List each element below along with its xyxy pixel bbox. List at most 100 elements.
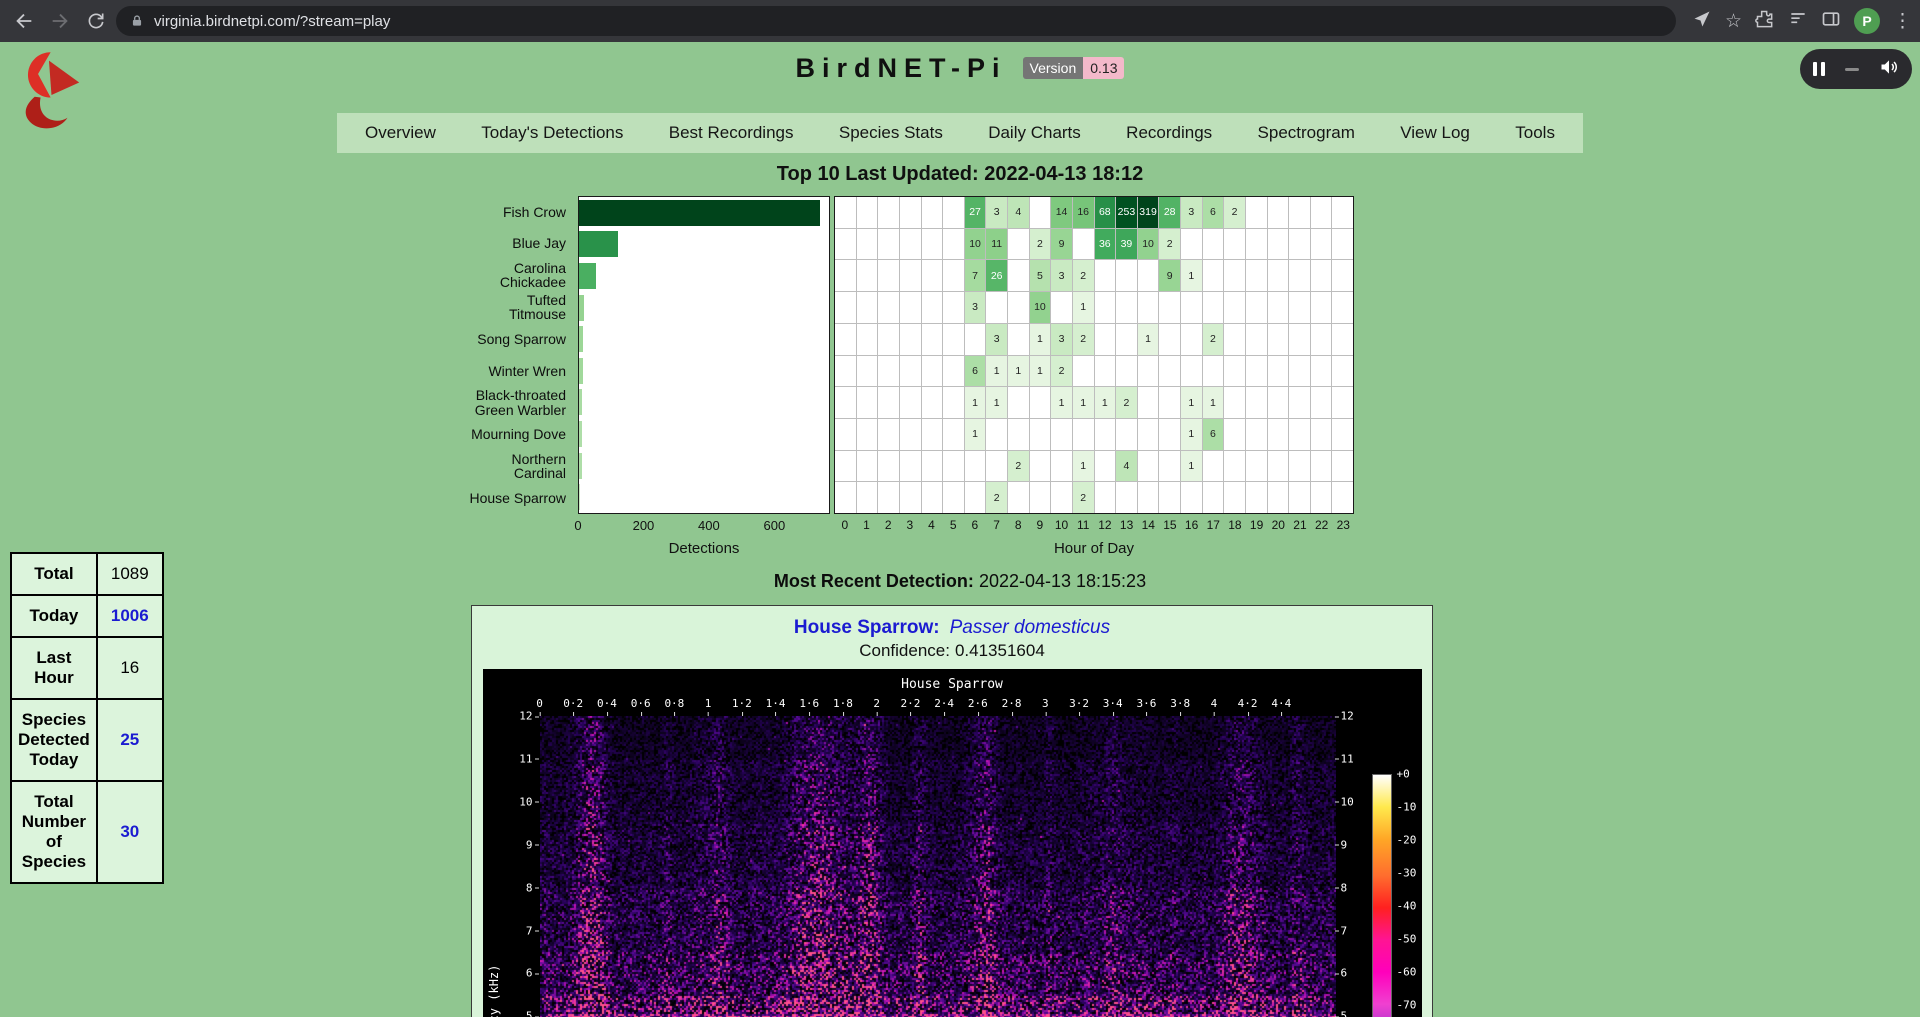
- confidence-label: Confidence:: [859, 641, 950, 660]
- species-label-northern-cardinal: Northern Cardinal: [468, 450, 566, 482]
- nav-item-tools[interactable]: Tools: [1515, 123, 1555, 143]
- heat-cell: [1311, 356, 1332, 387]
- stat-value-species-detected-today[interactable]: 25: [97, 699, 163, 781]
- heat-cell: [1311, 419, 1332, 450]
- heat-xtick: 20: [1267, 518, 1289, 532]
- heat-cell: [1246, 260, 1267, 291]
- heat-cell: [835, 419, 856, 450]
- stat-value-total-number-of-species[interactable]: 30: [97, 781, 163, 883]
- colorbar-tick: -40: [1397, 900, 1417, 913]
- heat-cell: [1138, 482, 1159, 513]
- pause-button[interactable]: [1813, 62, 1825, 76]
- reading-list-icon[interactable]: [1788, 9, 1808, 34]
- profile-avatar[interactable]: P: [1854, 8, 1880, 34]
- heat-cell: [1289, 229, 1310, 260]
- detections-bar-chart: [578, 196, 830, 514]
- heat-cell: 3: [986, 197, 1007, 228]
- heat-cell: [878, 292, 899, 323]
- species-latin-name-link[interactable]: Passer domesticus: [950, 617, 1111, 638]
- heat-xtick: 1: [856, 518, 878, 532]
- back-button[interactable]: [8, 5, 40, 37]
- heat-cell: [1051, 451, 1072, 482]
- spectro-xtick: 4: [1211, 697, 1218, 710]
- heat-xtick: 13: [1116, 518, 1138, 532]
- nav-item-overview[interactable]: Overview: [365, 123, 436, 143]
- url-text: virginia.birdnetpi.com/?stream=play: [154, 13, 390, 30]
- nav-item-spectrogram[interactable]: Spectrogram: [1258, 123, 1355, 143]
- heat-cell: [1332, 451, 1353, 482]
- heat-xtick: 21: [1289, 518, 1311, 532]
- nav-item-recordings[interactable]: Recordings: [1126, 123, 1212, 143]
- extensions-icon[interactable]: [1755, 9, 1775, 34]
- heat-cell: [1289, 324, 1310, 355]
- url-bar[interactable]: virginia.birdnetpi.com/?stream=play: [116, 6, 1676, 36]
- species-label-mourning-dove: Mourning Dove: [468, 419, 566, 451]
- nav-item-daily-charts[interactable]: Daily Charts: [988, 123, 1081, 143]
- bar-xtick: 200: [633, 518, 655, 533]
- heat-cell: 9: [1159, 260, 1180, 291]
- heat-cell: [1203, 451, 1224, 482]
- spectro-ytick-left: 9: [507, 838, 533, 851]
- heat-cell: [1051, 292, 1072, 323]
- heat-cell: [922, 229, 943, 260]
- heat-cell: [986, 292, 1007, 323]
- heat-cell: [857, 451, 878, 482]
- heat-cell: [922, 482, 943, 513]
- spectro-xtick: 2·6: [968, 697, 988, 710]
- most-recent-detection: Most Recent Detection: 2022-04-13 18:15:…: [0, 571, 1920, 592]
- top10-heading: Top 10 Last Updated: 2022-04-13 18:12: [0, 163, 1920, 186]
- heat-xtick: 23: [1332, 518, 1354, 532]
- heat-cell: [900, 197, 921, 228]
- heat-cell: 1: [1203, 387, 1224, 418]
- menu-kebab-icon[interactable]: ⋮: [1893, 12, 1912, 31]
- heat-cell: [857, 387, 878, 418]
- spectro-xtick: 0·4: [597, 697, 617, 710]
- nav-item-species-stats[interactable]: Species Stats: [839, 123, 943, 143]
- chart-species-labels: Fish CrowBlue JayCarolina ChickadeeTufte…: [408, 196, 572, 514]
- heat-cell: 2: [1203, 324, 1224, 355]
- version-label: Version: [1023, 57, 1084, 79]
- heat-xtick: 2: [877, 518, 899, 532]
- species-common-name-link[interactable]: House Sparrow:: [794, 617, 940, 638]
- forward-arrow-icon: [49, 10, 71, 32]
- bar-row: [579, 387, 829, 419]
- heat-cell: 6: [1203, 419, 1224, 450]
- heat-cell: 68: [1095, 197, 1116, 228]
- spectrogram-canvas: [540, 716, 1336, 1017]
- heat-cell: [1159, 292, 1180, 323]
- spectro-xtick: 0·2: [563, 697, 583, 710]
- heat-cell: [835, 292, 856, 323]
- forward-button[interactable]: [44, 5, 76, 37]
- spectro-ytick-right: 5: [1341, 1010, 1348, 1017]
- stat-value-today[interactable]: 1006: [97, 595, 163, 637]
- heat-cell: [1008, 292, 1029, 323]
- species-label-black-throated-green-warbler: Black-throated Green Warbler: [468, 387, 566, 419]
- page-title: BirdNET-Pi: [796, 53, 1007, 83]
- heat-cell: [835, 229, 856, 260]
- nav-item-today-s-detections[interactable]: Today's Detections: [481, 123, 623, 143]
- seek-bar[interactable]: [1845, 68, 1859, 71]
- heat-cell: [1268, 419, 1289, 450]
- heat-cell: 1: [986, 387, 1007, 418]
- reload-button[interactable]: [80, 5, 112, 37]
- spectro-xtick: 3·2: [1069, 697, 1089, 710]
- side-panel-icon[interactable]: [1821, 9, 1841, 34]
- nav-item-view-log[interactable]: View Log: [1400, 123, 1470, 143]
- spectro-ytick-left: 5: [507, 1010, 533, 1017]
- nav-item-best-recordings[interactable]: Best Recordings: [669, 123, 794, 143]
- heat-cell: [1289, 356, 1310, 387]
- send-icon[interactable]: [1692, 9, 1712, 34]
- stats-row: Total Number of Species30: [11, 781, 163, 883]
- heat-xtick: 10: [1051, 518, 1073, 532]
- stats-row: Species Detected Today25: [11, 699, 163, 781]
- heat-cell: [878, 197, 899, 228]
- volume-icon[interactable]: [1879, 57, 1899, 82]
- bookmark-star-icon[interactable]: ☆: [1725, 12, 1742, 31]
- heat-cell: 9: [1051, 229, 1072, 260]
- heat-cell: [857, 419, 878, 450]
- heat-cell: [1268, 387, 1289, 418]
- heat-cell: [943, 419, 964, 450]
- heat-cell: [1095, 419, 1116, 450]
- bar-x-axis: 0200400600: [578, 518, 830, 534]
- heat-cell: [1332, 292, 1353, 323]
